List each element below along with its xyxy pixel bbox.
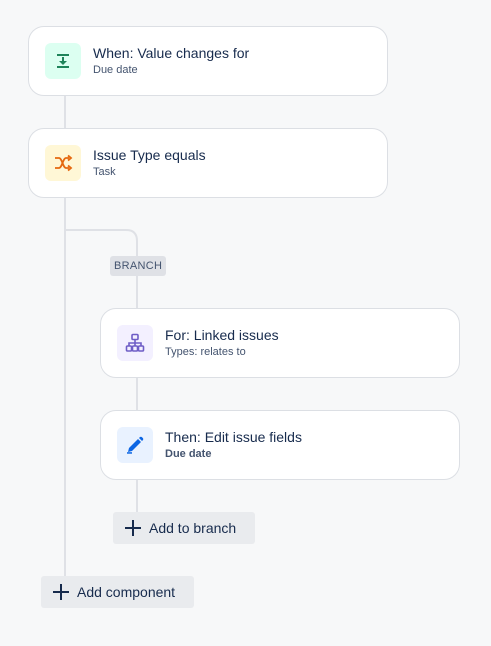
trigger-card[interactable]: When: Value changes for Due date (28, 26, 388, 96)
add-component-button[interactable]: Add component (41, 576, 194, 608)
add-to-branch-label: Add to branch (149, 520, 237, 536)
trigger-title: When: Value changes for (93, 45, 250, 61)
connector-branch-2 (136, 377, 138, 411)
shuffle-icon (45, 145, 81, 181)
connector-branch-1 (136, 276, 138, 309)
condition-subtitle: Task (93, 166, 116, 178)
branch-for-title: For: Linked issues (165, 327, 279, 343)
download-arrow-icon (45, 43, 81, 79)
add-component-label: Add component (77, 584, 176, 600)
branch-then-title: Then: Edit issue fields (165, 429, 302, 445)
plus-icon (125, 520, 141, 536)
hierarchy-icon (117, 325, 153, 361)
plus-icon (53, 584, 69, 600)
add-to-branch-button[interactable]: Add to branch (113, 512, 255, 544)
pencil-icon (117, 427, 153, 463)
branch-for-card[interactable]: For: Linked issues Types: relates to (100, 308, 460, 378)
branch-then-card[interactable]: Then: Edit issue fields Due date (100, 410, 460, 480)
trigger-subtitle: Due date (93, 64, 138, 76)
condition-title: Issue Type equals (93, 147, 206, 163)
connector-branch-3 (136, 479, 138, 513)
condition-card[interactable]: Issue Type equals Task (28, 128, 388, 198)
branch-for-subtitle: Types: relates to (165, 346, 246, 358)
branch-then-subtitle: Due date (165, 448, 212, 460)
connector-main (64, 95, 66, 129)
branch-label: BRANCH (110, 256, 167, 276)
